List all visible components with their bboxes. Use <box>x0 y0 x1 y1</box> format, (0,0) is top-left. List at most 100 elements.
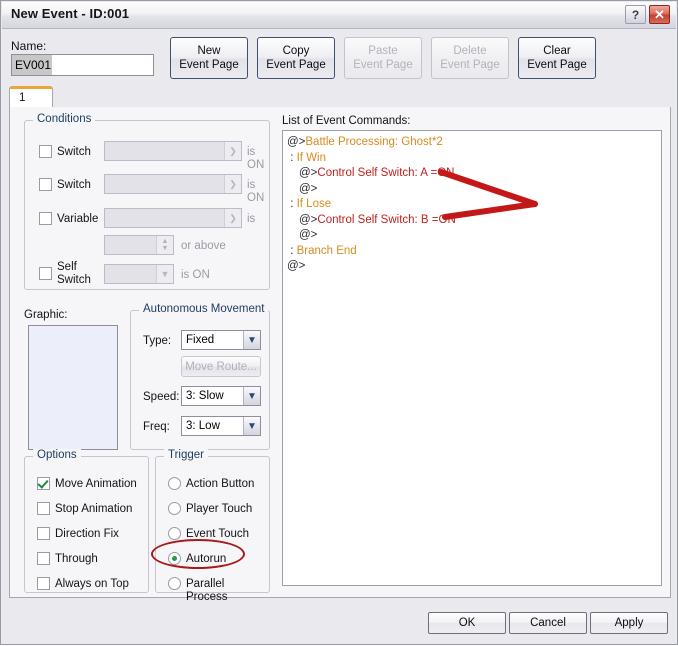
option-stop-animation-label: Stop Animation <box>55 503 133 515</box>
delete-event-page-button: Delete Event Page <box>431 37 509 79</box>
command-line[interactable]: : If Win <box>285 151 661 167</box>
command-text: If Lose <box>296 198 332 210</box>
condition-switch2-select: ❯ <box>104 174 242 194</box>
option-direction-fix-checkbox[interactable] <box>37 527 50 540</box>
paste-event-page-label-1: Paste <box>368 45 398 57</box>
trigger-event-touch-radio[interactable] <box>168 527 181 540</box>
movement-freq-value: 3: Low <box>186 420 220 432</box>
title-bar: New Event - ID:001 ? ✕ <box>2 2 676 29</box>
option-always-on-top-checkbox[interactable] <box>37 577 50 590</box>
command-prefix: : <box>287 244 297 257</box>
trigger-group: Trigger Action Button Player Touch Event… <box>155 449 270 603</box>
chevron-down-icon: ▼ <box>243 331 260 349</box>
options-group: Options Move Animation Stop Animation Di… <box>24 449 149 593</box>
command-line[interactable]: @> <box>285 228 661 244</box>
window-title: New Event - ID:001 <box>11 6 130 21</box>
command-text: Branch End <box>296 244 357 257</box>
command-text: If Win <box>296 151 326 164</box>
command-line[interactable]: : If Lose <box>285 197 661 213</box>
trigger-action-button-label: Action Button <box>186 478 255 490</box>
cancel-button[interactable]: Cancel <box>509 612 587 634</box>
option-move-animation-label: Move Animation <box>55 478 137 490</box>
command-prefix: @> <box>299 213 318 226</box>
ok-button[interactable]: OK <box>428 612 506 634</box>
command-prefix: : <box>287 151 297 164</box>
movement-type-label: Type: <box>143 335 172 347</box>
new-event-page-label-2: Event Page <box>179 59 239 71</box>
red-ellipse-annotation <box>151 539 245 569</box>
name-label: Name: <box>11 39 47 53</box>
movement-speed-label: Speed: <box>143 391 180 403</box>
graphic-label: Graphic: <box>24 309 68 321</box>
movement-speed-select[interactable]: 3: Slow ▼ <box>181 386 261 406</box>
help-icon[interactable]: ? <box>625 5 646 24</box>
condition-variable-amount-stepper: ▲ ▼ <box>104 235 174 255</box>
chevron-right-icon: ❯ <box>224 209 241 227</box>
commands-list-title: List of Event Commands: <box>282 115 411 127</box>
condition-switch1-checkbox[interactable] <box>39 145 52 158</box>
command-text: Control Self Switch: B =ON <box>317 213 456 226</box>
command-prefix: @> <box>299 182 318 195</box>
conditions-group: Conditions Switch ❯ is ON Switch ❯ is ON… <box>24 113 270 290</box>
condition-variable-select: ❯ <box>104 208 242 228</box>
stepper-arrows-icon: ▲ ▼ <box>156 236 173 254</box>
movement-type-select[interactable]: Fixed ▼ <box>181 330 261 350</box>
new-event-page-button[interactable]: New Event Page <box>170 37 248 79</box>
command-text: Battle Processing: Ghost*2 <box>305 136 443 148</box>
option-always-on-top-label: Always on Top <box>55 578 129 590</box>
option-through-checkbox[interactable] <box>37 552 50 565</box>
chevron-right-icon: ❯ <box>224 142 241 160</box>
command-line[interactable]: : Branch End <box>285 244 661 260</box>
condition-self-switch-select: ▼ <box>104 264 174 284</box>
condition-switch1-label: Switch <box>57 146 91 158</box>
condition-switch2-checkbox[interactable] <box>39 178 52 191</box>
name-input[interactable]: EV001 <box>11 54 154 76</box>
new-event-dialog: New Event - ID:001 ? ✕ Name: EV001 New E… <box>0 0 678 645</box>
copy-event-page-label-2: Event Page <box>266 59 326 71</box>
paste-event-page-label-2: Event Page <box>353 59 413 71</box>
copy-event-page-label-1: Copy <box>282 45 310 57</box>
copy-event-page-button[interactable]: Copy Event Page <box>257 37 335 79</box>
delete-event-page-label-2: Event Page <box>440 59 500 71</box>
option-direction-fix-label: Direction Fix <box>55 528 119 540</box>
movement-freq-select[interactable]: 3: Low ▼ <box>181 416 261 436</box>
command-line[interactable]: @> <box>285 182 661 198</box>
clear-event-page-label-2: Event Page <box>527 59 587 71</box>
clear-event-page-label-1: Clear <box>543 45 571 57</box>
trigger-group-label: Trigger <box>164 449 208 461</box>
chevron-right-icon: ❯ <box>224 175 241 193</box>
conditions-group-label: Conditions <box>33 113 96 125</box>
condition-variable-label: Variable <box>57 213 99 225</box>
graphic-preview[interactable] <box>28 325 118 450</box>
command-line[interactable]: @> <box>285 259 661 275</box>
ok-label: OK <box>458 617 476 629</box>
event-page-panel: Conditions Switch ❯ is ON Switch ❯ is ON… <box>9 107 671 603</box>
command-line[interactable]: @>Control Self Switch: A =ON <box>285 166 661 182</box>
commands-list[interactable]: @>Battle Processing: Ghost*2 : If Win @>… <box>282 130 662 586</box>
movement-freq-label: Freq: <box>143 421 170 433</box>
trigger-action-button-radio[interactable] <box>168 477 181 490</box>
clear-event-page-button[interactable]: Clear Event Page <box>518 37 596 79</box>
event-page-tabstrip: 1 <box>9 86 671 109</box>
tab-page-1[interactable]: 1 <box>9 86 53 108</box>
command-prefix: : <box>287 198 297 210</box>
condition-self-switch-checkbox[interactable] <box>39 267 52 280</box>
command-prefix: @> <box>299 229 318 241</box>
option-move-animation-checkbox[interactable] <box>37 477 50 490</box>
apply-label: Apply <box>614 617 644 629</box>
trigger-parallel-process-label: Parallel Process <box>186 578 228 603</box>
move-route-label: Move Route... <box>185 360 257 373</box>
command-line[interactable]: @>Battle Processing: Ghost*2 <box>285 135 661 151</box>
option-stop-animation-checkbox[interactable] <box>37 502 50 515</box>
close-icon[interactable]: ✕ <box>649 5 670 24</box>
command-line[interactable]: @>Control Self Switch: B =ON <box>285 213 661 229</box>
cancel-label: Cancel <box>530 617 566 629</box>
condition-variable-checkbox[interactable] <box>39 212 52 225</box>
trigger-parallel-process-radio[interactable] <box>168 577 181 590</box>
apply-button[interactable]: Apply <box>590 612 668 634</box>
trigger-player-touch-radio[interactable] <box>168 502 181 515</box>
condition-switch1-select: ❯ <box>104 141 242 161</box>
options-group-label: Options <box>33 449 81 461</box>
command-prefix: @> <box>287 260 306 272</box>
condition-variable-amount-suffix: or above <box>181 240 226 252</box>
